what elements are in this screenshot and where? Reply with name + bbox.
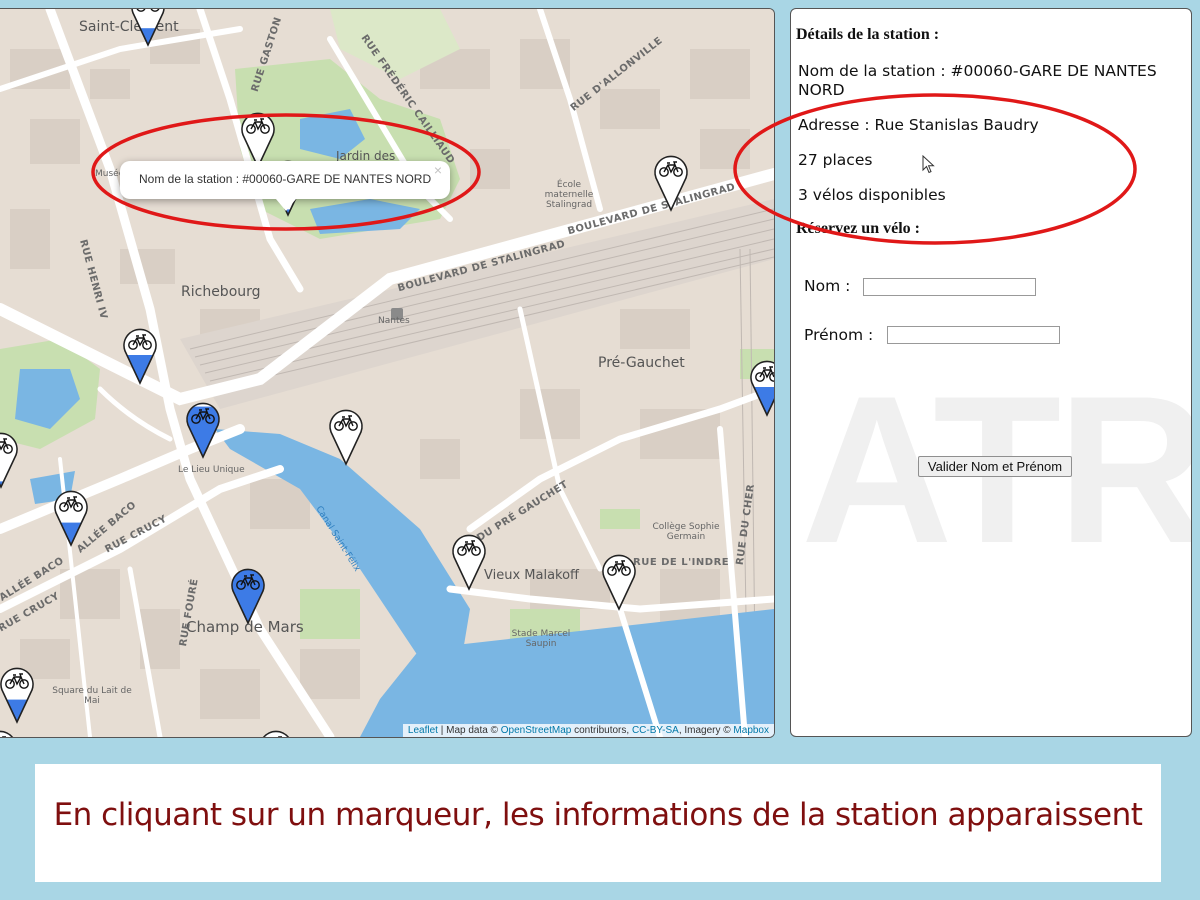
- popup-close-button[interactable]: ×: [434, 162, 442, 178]
- mouse-cursor-icon: [922, 155, 935, 174]
- station-marker[interactable]: [653, 152, 689, 212]
- station-details-panel: ATRION Détails de la station : Nom de la…: [790, 8, 1192, 737]
- station-marker[interactable]: [53, 487, 89, 547]
- station-marker[interactable]: [451, 531, 487, 591]
- caption-text: En cliquant sur un marqueur, les informa…: [53, 797, 1143, 833]
- bike-marker-icon: [0, 730, 14, 737]
- license-link[interactable]: CC-BY-SA: [632, 725, 679, 736]
- bike-marker-icon: [54, 490, 88, 547]
- nom-input[interactable]: [863, 278, 1036, 296]
- caption-box: En cliquant sur un marqueur, les informa…: [35, 764, 1161, 882]
- station-marker[interactable]: [185, 399, 221, 459]
- bike-marker-icon: [602, 554, 636, 611]
- station-marker[interactable]: [328, 406, 364, 466]
- station-marker[interactable]: [0, 429, 19, 489]
- osm-link[interactable]: OpenStreetMap: [501, 725, 572, 736]
- nom-label: Nom :: [804, 277, 851, 295]
- station-popup: Nom de la station : #00060-GARE DE NANTE…: [120, 161, 450, 211]
- bike-marker-icon: [0, 667, 34, 724]
- attribution-text: , Imagery ©: [678, 725, 734, 736]
- station-marker[interactable]: [0, 727, 18, 737]
- station-marker[interactable]: [122, 325, 158, 385]
- station-marker[interactable]: [749, 357, 774, 417]
- map-view[interactable]: Saint-Clément Richebourg Nantes Pré-Gauc…: [0, 8, 775, 738]
- station-places: 27 places: [798, 151, 873, 169]
- station-marker[interactable]: [130, 9, 166, 47]
- attribution-text: contributors,: [571, 725, 632, 736]
- bike-marker-icon: [131, 9, 165, 47]
- bike-marker-icon: [0, 432, 18, 489]
- details-title: Détails de la station :: [796, 26, 940, 43]
- reserve-title: Réservez un vélo :: [796, 220, 920, 237]
- prenom-input[interactable]: [887, 326, 1060, 344]
- popup-tip: [276, 199, 296, 211]
- station-marker[interactable]: [230, 565, 266, 625]
- leaflet-link[interactable]: Leaflet: [408, 725, 438, 736]
- station-name: Nom de la station : #00060-GARE DE NANTE…: [798, 62, 1157, 99]
- prenom-label: Prénom :: [804, 326, 874, 344]
- map-tiles: [0, 9, 774, 737]
- station-bikes: 3 vélos disponibles: [798, 186, 946, 204]
- bike-marker-icon: [262, 730, 290, 737]
- attribution-text: | Map data ©: [437, 725, 501, 736]
- bike-marker-icon: [231, 568, 265, 625]
- station-marker[interactable]: [0, 664, 35, 724]
- map-attribution: Leaflet | Map data © OpenStreetMap contr…: [402, 724, 774, 737]
- bike-marker-icon: [750, 360, 774, 417]
- popup-text: Nom de la station : #00060-GARE DE NANTE…: [139, 172, 432, 186]
- station-address: Adresse : Rue Stanislas Baudry: [798, 116, 1039, 134]
- bike-marker-icon: [452, 534, 486, 591]
- bike-marker-icon: [123, 328, 157, 385]
- station-marker[interactable]: [601, 551, 637, 611]
- bike-marker-icon: [329, 409, 363, 466]
- validate-button[interactable]: Valider Nom et Prénom: [918, 456, 1072, 477]
- bike-marker-icon: [654, 155, 688, 212]
- station-marker[interactable]: [258, 727, 294, 737]
- mapbox-link[interactable]: Mapbox: [733, 725, 769, 736]
- bike-marker-icon: [186, 402, 220, 459]
